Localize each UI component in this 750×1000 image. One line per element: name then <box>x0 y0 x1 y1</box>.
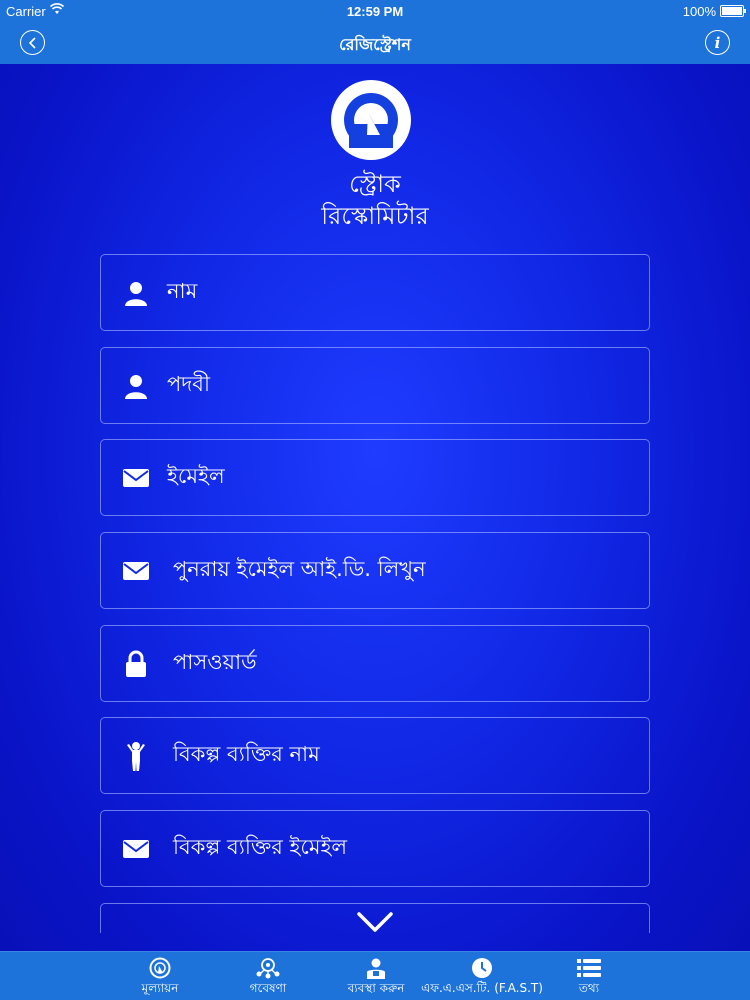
envelope-icon <box>121 463 151 493</box>
envelope-icon <box>121 556 151 586</box>
info-button[interactable]: i <box>705 30 730 55</box>
person-icon <box>121 278 151 308</box>
app-name-line1: স্ট্রোক <box>349 170 401 198</box>
email-field[interactable]: ইমেইল <box>100 439 650 516</box>
research-icon <box>236 956 300 980</box>
tab-fast-label: এফ.এ.এস.টি. (F.A.S.T) <box>421 981 543 995</box>
person-icon <box>121 371 151 401</box>
info-icon: i <box>714 33 721 52</box>
tab-info[interactable]: তথ্য <box>564 956 614 1000</box>
designation-field-label: পদবী <box>167 372 210 396</box>
page-title: রেজিস্ট্রেশন <box>339 35 411 54</box>
name-field[interactable]: নাম <box>100 254 650 331</box>
password-field[interactable]: পাসওয়ার্ড <box>100 625 650 702</box>
tab-research-label: গবেষণা <box>249 981 287 995</box>
battery-icon <box>720 5 746 17</box>
manage-icon <box>336 956 416 980</box>
gauge-icon <box>128 956 192 980</box>
tab-assessment-label: মূল্যায়ন <box>141 981 179 995</box>
lock-icon <box>121 649 151 679</box>
alternate-person-email-label: বিকল্প ব্যক্তির ইমেইল <box>173 835 348 859</box>
tab-fast[interactable]: এফ.এ.এস.টি. (F.A.S.T) <box>418 956 546 1000</box>
app-name-line2: রিস্কোমিটার <box>321 202 429 230</box>
app-logo <box>331 80 411 160</box>
envelope-icon <box>121 834 151 864</box>
gauge-icon <box>344 93 398 148</box>
navigation-bar: রেজিস্ট্রেশন i <box>0 22 750 64</box>
app-name: স্ট্রোক রিস্কোমিটার <box>0 168 750 232</box>
password-field-label: পাসওয়ার্ড <box>173 650 257 674</box>
tab-bar: মূল্যায়ন গবেষণা ব্যবস্থা করুন এফ.এ.এস.ট… <box>0 951 750 1000</box>
designation-field[interactable]: পদবী <box>100 347 650 424</box>
battery-percent: 100% <box>682 4 716 19</box>
status-bar: Carrier 12:59 PM 100% <box>0 0 750 22</box>
clock-time: 12:59 PM <box>346 4 404 19</box>
scroll-down-button[interactable] <box>355 910 395 936</box>
tab-assessment[interactable]: মূল্যায়ন <box>128 956 192 1000</box>
tab-manage-label: ব্যবস্থা করুন <box>347 981 405 995</box>
chevron-down-icon <box>357 912 393 932</box>
confirm-email-field-label: পুনরায় ইমেইল আই.ডি. লিখুন <box>173 557 426 581</box>
confirm-email-field[interactable]: পুনরায় ইমেইল আই.ডি. লিখুন <box>100 532 650 609</box>
list-icon <box>564 956 614 980</box>
clock-icon <box>418 956 546 980</box>
tab-research[interactable]: গবেষণা <box>236 956 300 1000</box>
tab-info-label: তথ্য <box>578 981 600 995</box>
alternate-person-name-label: বিকল্প ব্যক্তির নাম <box>173 742 320 766</box>
person-arms-up-icon <box>121 741 151 771</box>
alternate-person-email-field[interactable]: বিকল্প ব্যক্তির ইমেইল <box>100 810 650 887</box>
email-field-label: ইমেইল <box>167 464 225 488</box>
alternate-person-name-field[interactable]: বিকল্প ব্যক্তির নাম <box>100 717 650 794</box>
tab-manage[interactable]: ব্যবস্থা করুন <box>336 956 416 1000</box>
name-field-label: নাম <box>167 279 198 303</box>
